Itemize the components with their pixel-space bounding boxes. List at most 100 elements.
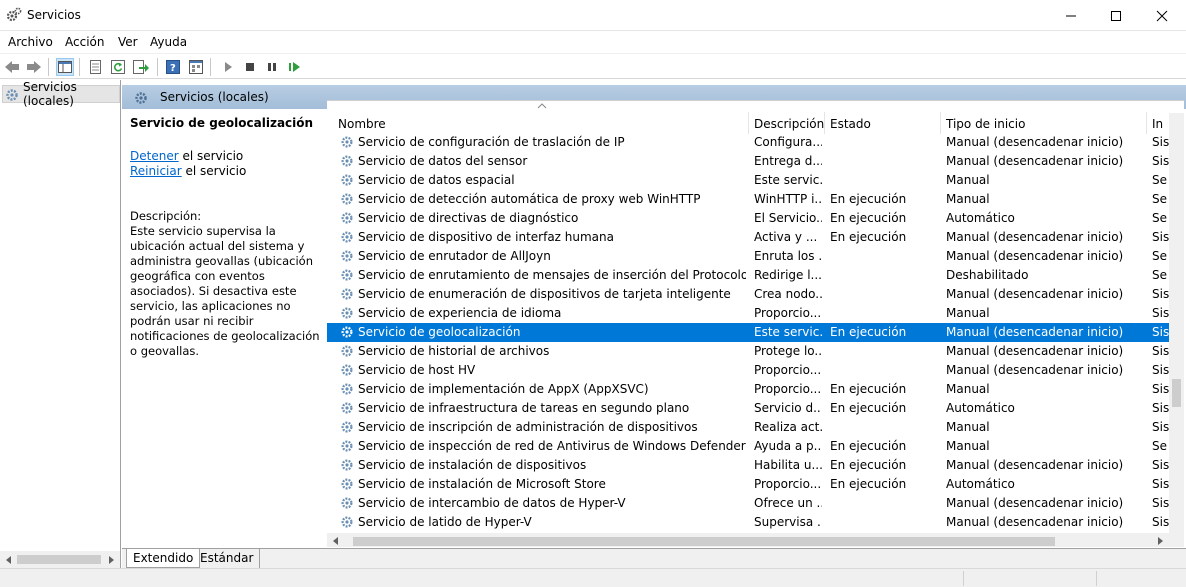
cell-logon: Sis (1152, 135, 1169, 149)
cell-logon: Se (1152, 268, 1167, 282)
export-icon (133, 60, 149, 74)
table-row[interactable]: Servicio de infraestructura de tareas en… (327, 399, 1169, 418)
scrollbar-thumb[interactable] (353, 537, 1055, 546)
cell-logon: Sis (1152, 458, 1169, 472)
menu-ver[interactable]: Ver (118, 35, 138, 49)
table-row[interactable]: Servicio de datos espacial Este servic...… (327, 171, 1169, 190)
cell-startup-type: Manual (946, 420, 990, 434)
table-row[interactable]: Servicio de configuración de traslación … (327, 133, 1169, 152)
cell-startup-type: Manual (desencadenar inicio) (946, 363, 1124, 377)
cell-name: Servicio de host HV (358, 363, 476, 377)
export-list-button[interactable] (132, 58, 150, 76)
scroll-right-icon[interactable] (1156, 537, 1164, 545)
service-gear-icon (340, 344, 354, 361)
list-horizontal-scrollbar[interactable] (327, 533, 1169, 547)
maximize-button[interactable] (1093, 0, 1139, 31)
cell-logon: Sis (1152, 363, 1169, 377)
description-text: Este servicio supervisa la ubicación act… (130, 224, 320, 358)
scrollbar-thumb[interactable] (1172, 379, 1181, 407)
cell-name: Servicio de enrutador de AllJoyn (358, 249, 551, 263)
tree-item-services-local[interactable]: Servicios (locales) (2, 80, 120, 108)
table-row[interactable]: Servicio de directivas de diagnóstico El … (327, 209, 1169, 228)
minimize-button[interactable] (1048, 0, 1094, 31)
help-button[interactable]: ? (164, 58, 182, 76)
table-row[interactable]: Servicio de host HV Proporcio... Manual (d… (327, 361, 1169, 380)
console-tree: Servicios (locales) (0, 80, 121, 568)
cell-description: Proporcio... (754, 382, 822, 396)
table-row[interactable]: Servicio de datos del sensor Entrega d...… (327, 152, 1169, 171)
cell-name: Servicio de latido de Hyper-V (358, 515, 532, 529)
table-row[interactable]: Servicio de experiencia de idioma Proporc… (327, 304, 1169, 323)
service-gear-icon (340, 496, 354, 513)
cell-startup-type: Manual (946, 439, 990, 453)
table-row[interactable]: Servicio de inscripción de administració… (327, 418, 1169, 437)
column-divider[interactable] (748, 112, 749, 134)
restart-link-suffix: el servicio (181, 164, 247, 178)
table-row[interactable]: Servicio de enumeración de dispositivos … (327, 285, 1169, 304)
table-row[interactable]: Servicio de enrutador de AllJoyn Enruta l… (327, 247, 1169, 266)
back-button[interactable] (3, 58, 21, 76)
menu-accion[interactable]: Acción (65, 35, 104, 49)
column-header-name[interactable]: Nombre (338, 117, 386, 131)
console-tree-icon (58, 61, 72, 73)
stop-service-link[interactable]: Detener (130, 149, 179, 163)
column-header-startup-type[interactable]: Tipo de inicio (946, 117, 1025, 131)
cell-startup-type: Manual (desencadenar inicio) (946, 249, 1124, 263)
table-row[interactable]: Servicio de enrutamiento de mensajes de … (327, 266, 1169, 285)
column-divider[interactable] (824, 112, 825, 134)
table-row[interactable]: Servicio de intercambio de datos de Hype… (327, 494, 1169, 513)
cell-description: Entrega d... (754, 154, 822, 168)
table-row[interactable]: Servicio de detección automática de prox… (327, 190, 1169, 209)
column-divider[interactable] (940, 112, 941, 134)
table-row[interactable]: Servicio de implementación de AppX (AppX… (327, 380, 1169, 399)
scroll-left-icon[interactable] (5, 556, 13, 564)
table-row[interactable]: Servicio de latido de Hyper-V Supervisa .… (327, 513, 1169, 532)
mmc-view-button[interactable] (187, 58, 205, 76)
start-service-button[interactable] (219, 58, 237, 76)
table-row[interactable]: Servicio de dispositivo de interfaz huma… (327, 228, 1169, 247)
scrollbar-thumb[interactable] (17, 555, 101, 564)
table-row[interactable]: Servicio de instalación de Microsoft Sto… (327, 475, 1169, 494)
menu-ayuda[interactable]: Ayuda (150, 35, 187, 49)
cell-startup-type: Manual (desencadenar inicio) (946, 515, 1124, 529)
tree-item-label: Servicios (locales) (23, 80, 77, 108)
restart-service-link[interactable]: Reiniciar (130, 164, 182, 178)
close-button[interactable] (1139, 0, 1185, 31)
cell-logon: Sis (1152, 401, 1169, 415)
view-tabs: Extendido Estándar (122, 548, 1186, 568)
show-tree-button[interactable] (56, 58, 74, 76)
list-vertical-scrollbar[interactable] (1169, 113, 1184, 533)
column-header-status[interactable]: Estado (830, 117, 871, 131)
tab-extendido[interactable]: Extendido (126, 549, 201, 568)
table-row-selected[interactable]: Servicio de geolocalización Este servic..… (327, 323, 1169, 342)
restart-service-button[interactable] (286, 58, 304, 76)
stop-service-button[interactable] (241, 58, 259, 76)
cell-status: En ejecución (830, 477, 907, 491)
cell-logon: Sis (1152, 477, 1169, 491)
close-icon (1156, 10, 1168, 21)
scroll-left-icon[interactable] (332, 537, 340, 545)
cell-startup-type: Manual (946, 382, 990, 396)
toolbar-separator (210, 58, 211, 76)
menu-archivo[interactable]: Archivo (8, 35, 53, 49)
properties-button[interactable] (86, 58, 104, 76)
forward-button[interactable] (25, 58, 43, 76)
table-row[interactable]: Servicio de historial de archivos Protege… (327, 342, 1169, 361)
column-header-description[interactable]: Descripción (754, 117, 824, 131)
table-row[interactable]: Servicio de inspección de red de Antivir… (327, 437, 1169, 456)
refresh-button[interactable] (109, 58, 127, 76)
pause-service-button[interactable] (263, 58, 281, 76)
pane-header-title: Servicios (locales) (160, 90, 269, 104)
details-pane: Servicios (locales) Servicio de geolocal… (122, 80, 1186, 568)
scroll-right-icon[interactable] (107, 556, 115, 564)
tree-horizontal-scrollbar[interactable] (0, 551, 120, 568)
tab-estandar[interactable]: Estándar (194, 549, 261, 568)
cell-name: Servicio de detección automática de prox… (358, 192, 701, 206)
cell-description: Redirige l... (754, 268, 822, 282)
column-divider[interactable] (1146, 112, 1147, 134)
cell-status: En ejecución (830, 211, 907, 225)
column-header-logon[interactable]: In (1152, 117, 1163, 131)
cell-logon: Se (1152, 211, 1167, 225)
service-gear-icon (340, 306, 354, 323)
table-row[interactable]: Servicio de instalación de dispositivos H… (327, 456, 1169, 475)
